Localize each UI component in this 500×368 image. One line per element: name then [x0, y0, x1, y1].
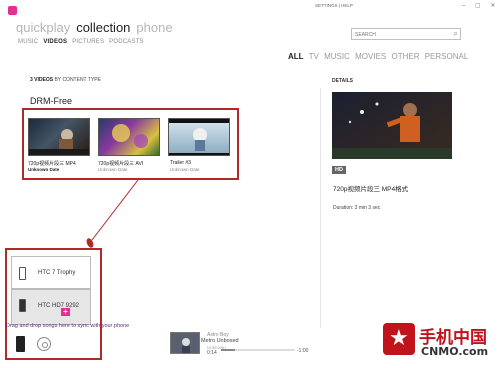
video-thumbnail[interactable] — [168, 118, 230, 156]
phone-sync-icon[interactable] — [16, 336, 25, 352]
device-name: HTC HD7 9292 — [38, 303, 80, 309]
pane-divider — [320, 88, 321, 328]
filter-personal[interactable]: PERSONAL — [425, 52, 469, 61]
video-title[interactable]: Trailer #3 — [170, 160, 191, 166]
details-image — [332, 92, 452, 159]
settings-help-links[interactable]: SETTINGS | HELP — [315, 3, 353, 8]
hd-badge: HD — [332, 166, 346, 174]
main-nav: quickplay collection phone — [16, 21, 179, 34]
phone-icon — [19, 267, 26, 280]
subnav-podcasts[interactable]: PODCASTS — [109, 39, 144, 45]
group-by-label[interactable]: BY CONTENT TYPE — [54, 77, 100, 83]
video-date: Unknown Date — [98, 167, 128, 172]
filter-music[interactable]: MUSIC — [324, 52, 350, 61]
cnmo-watermark: 手机中国 CNMO.com — [381, 321, 494, 366]
now-playing-title: Metro Unboxed — [201, 338, 239, 344]
search-input[interactable] — [355, 30, 447, 39]
now-playing-thumbnail[interactable] — [170, 332, 200, 354]
pointer-line — [86, 179, 139, 248]
disc-burn-icon[interactable] — [37, 337, 51, 351]
elapsed-time: 0:14 — [207, 350, 217, 356]
cnmo-logo-icon — [383, 323, 415, 355]
nav-phone[interactable]: phone — [136, 20, 172, 35]
video-date: Unknown Date — [170, 167, 200, 172]
video-thumbnail[interactable] — [98, 118, 160, 156]
details-header: DETAILS — [332, 78, 354, 84]
videos-count: 3 VIDEOS — [30, 77, 54, 83]
subnav-pictures[interactable]: PICTURES — [72, 39, 104, 45]
sync-drag-hint: Drag and drop songs here to sync with yo… — [6, 323, 130, 329]
video-title[interactable]: 720p视频片段三 MP4 — [28, 160, 76, 167]
videos-count-header: 3 VIDEOS BY CONTENT TYPE — [30, 77, 101, 83]
thumbnail-image — [29, 129, 89, 155]
video-date: Unknown Date — [28, 167, 60, 172]
sub-nav: MUSIC VIDEOS PICTURES PODCASTS — [18, 39, 149, 45]
playback-progress-fill — [221, 349, 236, 351]
playback-progress-bar[interactable] — [221, 349, 295, 351]
section-title: DRM-Free — [30, 96, 72, 106]
zune-logo-icon — [8, 6, 17, 15]
device-card[interactable]: HTC 7 Trophy — [11, 256, 91, 289]
search-box: ⌕ — [351, 28, 461, 40]
watermark-site: CNMO.com — [421, 345, 489, 358]
details-duration: Duration: 3 min 3 sec — [333, 205, 381, 211]
subnav-music[interactable]: MUSIC — [18, 39, 38, 45]
window-controls[interactable]: – ▢ ✕ — [462, 2, 499, 9]
content-filters: ALL TV MUSIC MOVIES OTHER PERSONAL — [288, 52, 471, 61]
filter-other[interactable]: OTHER — [391, 52, 419, 61]
thumbnail-image — [112, 124, 148, 148]
search-icon[interactable]: ⌕ — [454, 29, 458, 39]
details-title: 720p视频片段三 MP4格式 — [333, 186, 409, 193]
filter-movies[interactable]: MOVIES — [355, 52, 386, 61]
remaining-time: -1:00 — [297, 348, 309, 354]
nav-collection[interactable]: collection — [76, 20, 130, 35]
nav-quickplay[interactable]: quickplay — [16, 20, 70, 35]
filter-tv[interactable]: TV — [309, 52, 319, 61]
filter-all[interactable]: ALL — [288, 52, 304, 61]
now-playing-image — [171, 333, 199, 353]
details-thumbnail[interactable] — [332, 92, 452, 159]
add-sync-icon: + — [61, 308, 70, 316]
thumbnail-image — [169, 119, 229, 155]
device-card[interactable]: HTC HD7 9292 — [11, 289, 91, 325]
video-title[interactable]: 720p视频片段三 AVI — [98, 160, 143, 167]
video-thumbnail[interactable] — [28, 118, 90, 156]
phone-icon — [19, 299, 26, 312]
subnav-videos[interactable]: VIDEOS — [43, 39, 67, 45]
device-name: HTC 7 Trophy — [38, 270, 76, 276]
